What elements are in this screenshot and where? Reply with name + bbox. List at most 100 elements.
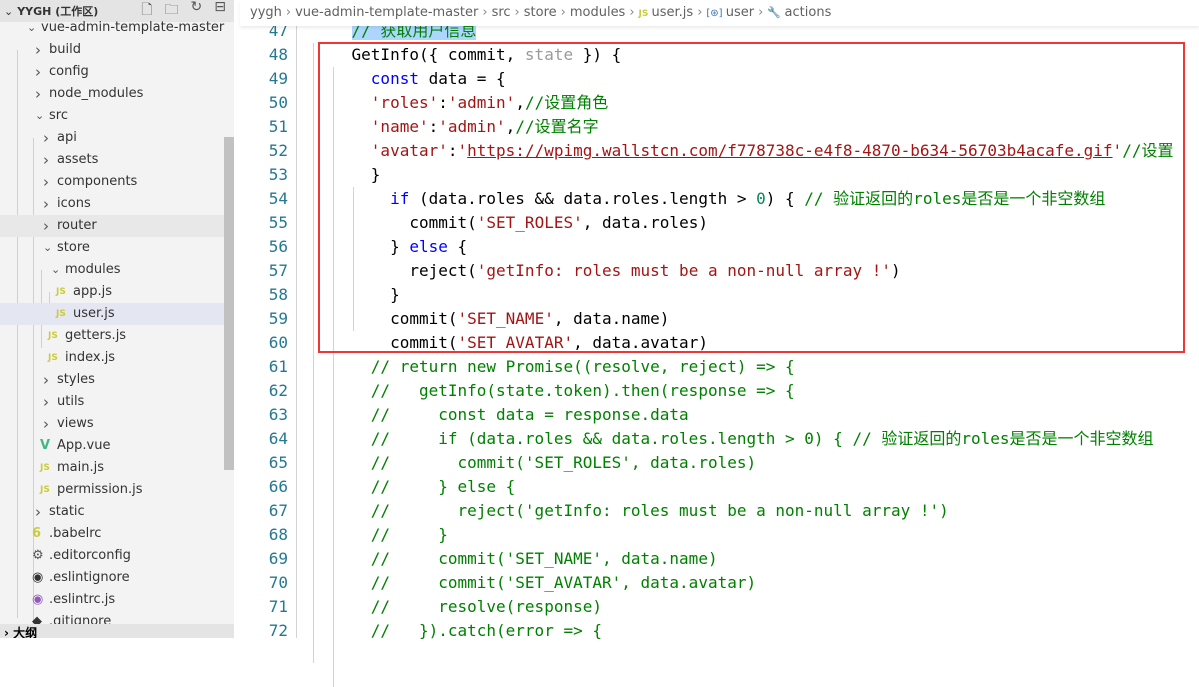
chevron-right-icon: › [43,173,49,191]
js-file-icon: JS [48,331,58,341]
chevron-right-icon: › [43,195,49,213]
vue-file-icon: V [40,438,51,453]
line-number: 61 [268,357,288,376]
tree-item-label: views [57,416,94,431]
tree-item-eslintrc-js[interactable]: ◉ .eslintrc.js [0,589,224,611]
tree-item-src[interactable]: ⌄ src [0,105,224,127]
line-number: 68 [268,525,288,544]
tree-item-babelrc[interactable]: 6 .babelrc [0,523,224,545]
code-token: // if (data.roles && data.roles.length >… [370,429,1154,448]
tree-item-label: .editorconfig [49,548,131,563]
code-line[interactable]: // } else { [313,475,516,499]
code-line[interactable]: // reject('getInfo: roles must be a non-… [313,499,949,523]
code-line[interactable]: // if (data.roles && data.roles.length >… [313,427,1154,451]
code-line[interactable]: // commit('SET_AVATAR', data.avatar) [313,571,756,595]
breadcrumb-item[interactable]: user.js [652,5,694,20]
tree-item-node-modules[interactable]: › node_modules [0,83,224,105]
code-line[interactable]: // getInfo(state.token).then(response =>… [313,379,795,403]
tree-item-label: store [57,240,90,255]
chevron-right-icon: › [482,5,488,20]
tree-item-eslintignore[interactable]: ◉ .eslintignore [0,567,224,589]
chevron-right-icon: › [4,626,14,638]
tree-item-styles[interactable]: › styles [0,369,224,391]
code-line[interactable]: // commit('SET_NAME', data.name) [313,547,718,571]
code-line[interactable]: // resolve(response) [313,595,602,619]
code-line[interactable]: // return new Promise((resolve, reject) … [313,355,795,379]
tree-item-label: user.js [73,306,115,321]
chevron-right-icon: › [43,371,49,389]
code-token: // commit('SET_NAME', data.name) [370,549,718,568]
tree-item-store[interactable]: ⌄ store [0,237,224,259]
code-line[interactable]: // const data = response.data [313,403,689,427]
line-number: 69 [268,549,288,568]
line-number: 58 [268,285,288,304]
code-token: // return new Promise((resolve, reject) … [370,357,795,376]
tree-item-router[interactable]: › router [0,215,224,237]
tree-item-label: vue-admin-template-master [41,20,225,35]
tree-item-modules[interactable]: ⌄ modules [0,259,224,281]
line-number: 59 [268,309,288,328]
tree-item-label: utils [57,394,85,409]
tree-item-app-js[interactable]: JS app.js [0,281,224,303]
tree-item-permission-js[interactable]: JS permission.js [0,479,224,501]
chevron-right-icon: › [35,41,41,59]
chevron-right-icon: › [43,151,49,169]
chevron-right-icon: › [43,415,49,433]
breadcrumb-item[interactable]: yygh [250,5,282,20]
line-number: 65 [268,453,288,472]
line-number: 48 [268,45,288,64]
js-file-icon: JS [48,353,58,363]
outline-panel-header[interactable]: › 大纲 [0,624,234,638]
breadcrumb-item[interactable]: modules [570,5,626,20]
tree-item-label: permission.js [57,482,143,497]
code-token: // } [370,525,448,544]
tree-item-getters-js[interactable]: JS getters.js [0,325,224,347]
tree-item-index-js[interactable]: JS index.js [0,347,224,369]
code-token: // getInfo(state.token).then(response =>… [370,381,795,400]
code-line[interactable]: // }).catch(error => { [313,619,602,643]
breadcrumb-item[interactable]: user [726,5,754,20]
tree-item-label: assets [57,152,99,167]
code-line[interactable]: // } [313,523,448,547]
tree-item-label: main.js [57,460,104,475]
sidebar-scrollbar[interactable] [224,137,234,470]
tree-item-static[interactable]: › static [0,501,224,523]
tree-item-assets[interactable]: › assets [0,149,224,171]
tree-item-components[interactable]: › components [0,171,224,193]
tree-item-label: node_modules [49,86,144,101]
breadcrumb-item[interactable]: actions [785,5,832,20]
tree-item-utils[interactable]: › utils [0,391,224,413]
chevron-right-icon: › [35,503,41,521]
breadcrumb-item[interactable]: vue-admin-template-master [295,5,478,20]
tree-item-api[interactable]: › api [0,127,224,149]
tree-item-user-js[interactable]: JS user.js [0,303,224,325]
breadcrumb-item[interactable]: src [492,5,511,20]
tree-item-label: src [49,108,68,123]
line-number: 62 [268,381,288,400]
tree-item-label: icons [57,196,91,211]
tree-item-main-js[interactable]: JS main.js [0,457,224,479]
tree-item-views[interactable]: › views [0,413,224,435]
tree-item-label: .babelrc [49,526,102,541]
tree-item-icons[interactable]: › icons [0,193,224,215]
tree-item-build[interactable]: › build [0,39,224,61]
chevron-down-icon: ⌄ [4,4,14,18]
code-token: // } else { [370,477,516,496]
chevron-right-icon: › [35,63,41,81]
js-file-icon: JS [40,485,50,495]
line-number: 56 [268,237,288,256]
explorer-sidebar: ⌄ YYGH (工作区) 🗋 🗀 ↻ ⊟ ⌄ vue-admin-template… [0,0,234,638]
line-number: 60 [268,333,288,352]
tree-item-app-vue[interactable]: V App.vue [0,435,224,457]
tree-item-editorconfig[interactable]: ⚙ .editorconfig [0,545,224,567]
chevron-right-icon: › [43,393,49,411]
babel-file-icon: 6 [32,526,42,541]
chevron-down-icon: ⌄ [35,109,45,122]
code-line[interactable]: // commit('SET_ROLES', data.roles) [313,451,756,475]
breadcrumb-item[interactable]: store [524,5,557,20]
tree-item-vue-admin-template-master[interactable]: ⌄ vue-admin-template-master [0,17,224,39]
tree-item-config[interactable]: › config [0,61,224,83]
